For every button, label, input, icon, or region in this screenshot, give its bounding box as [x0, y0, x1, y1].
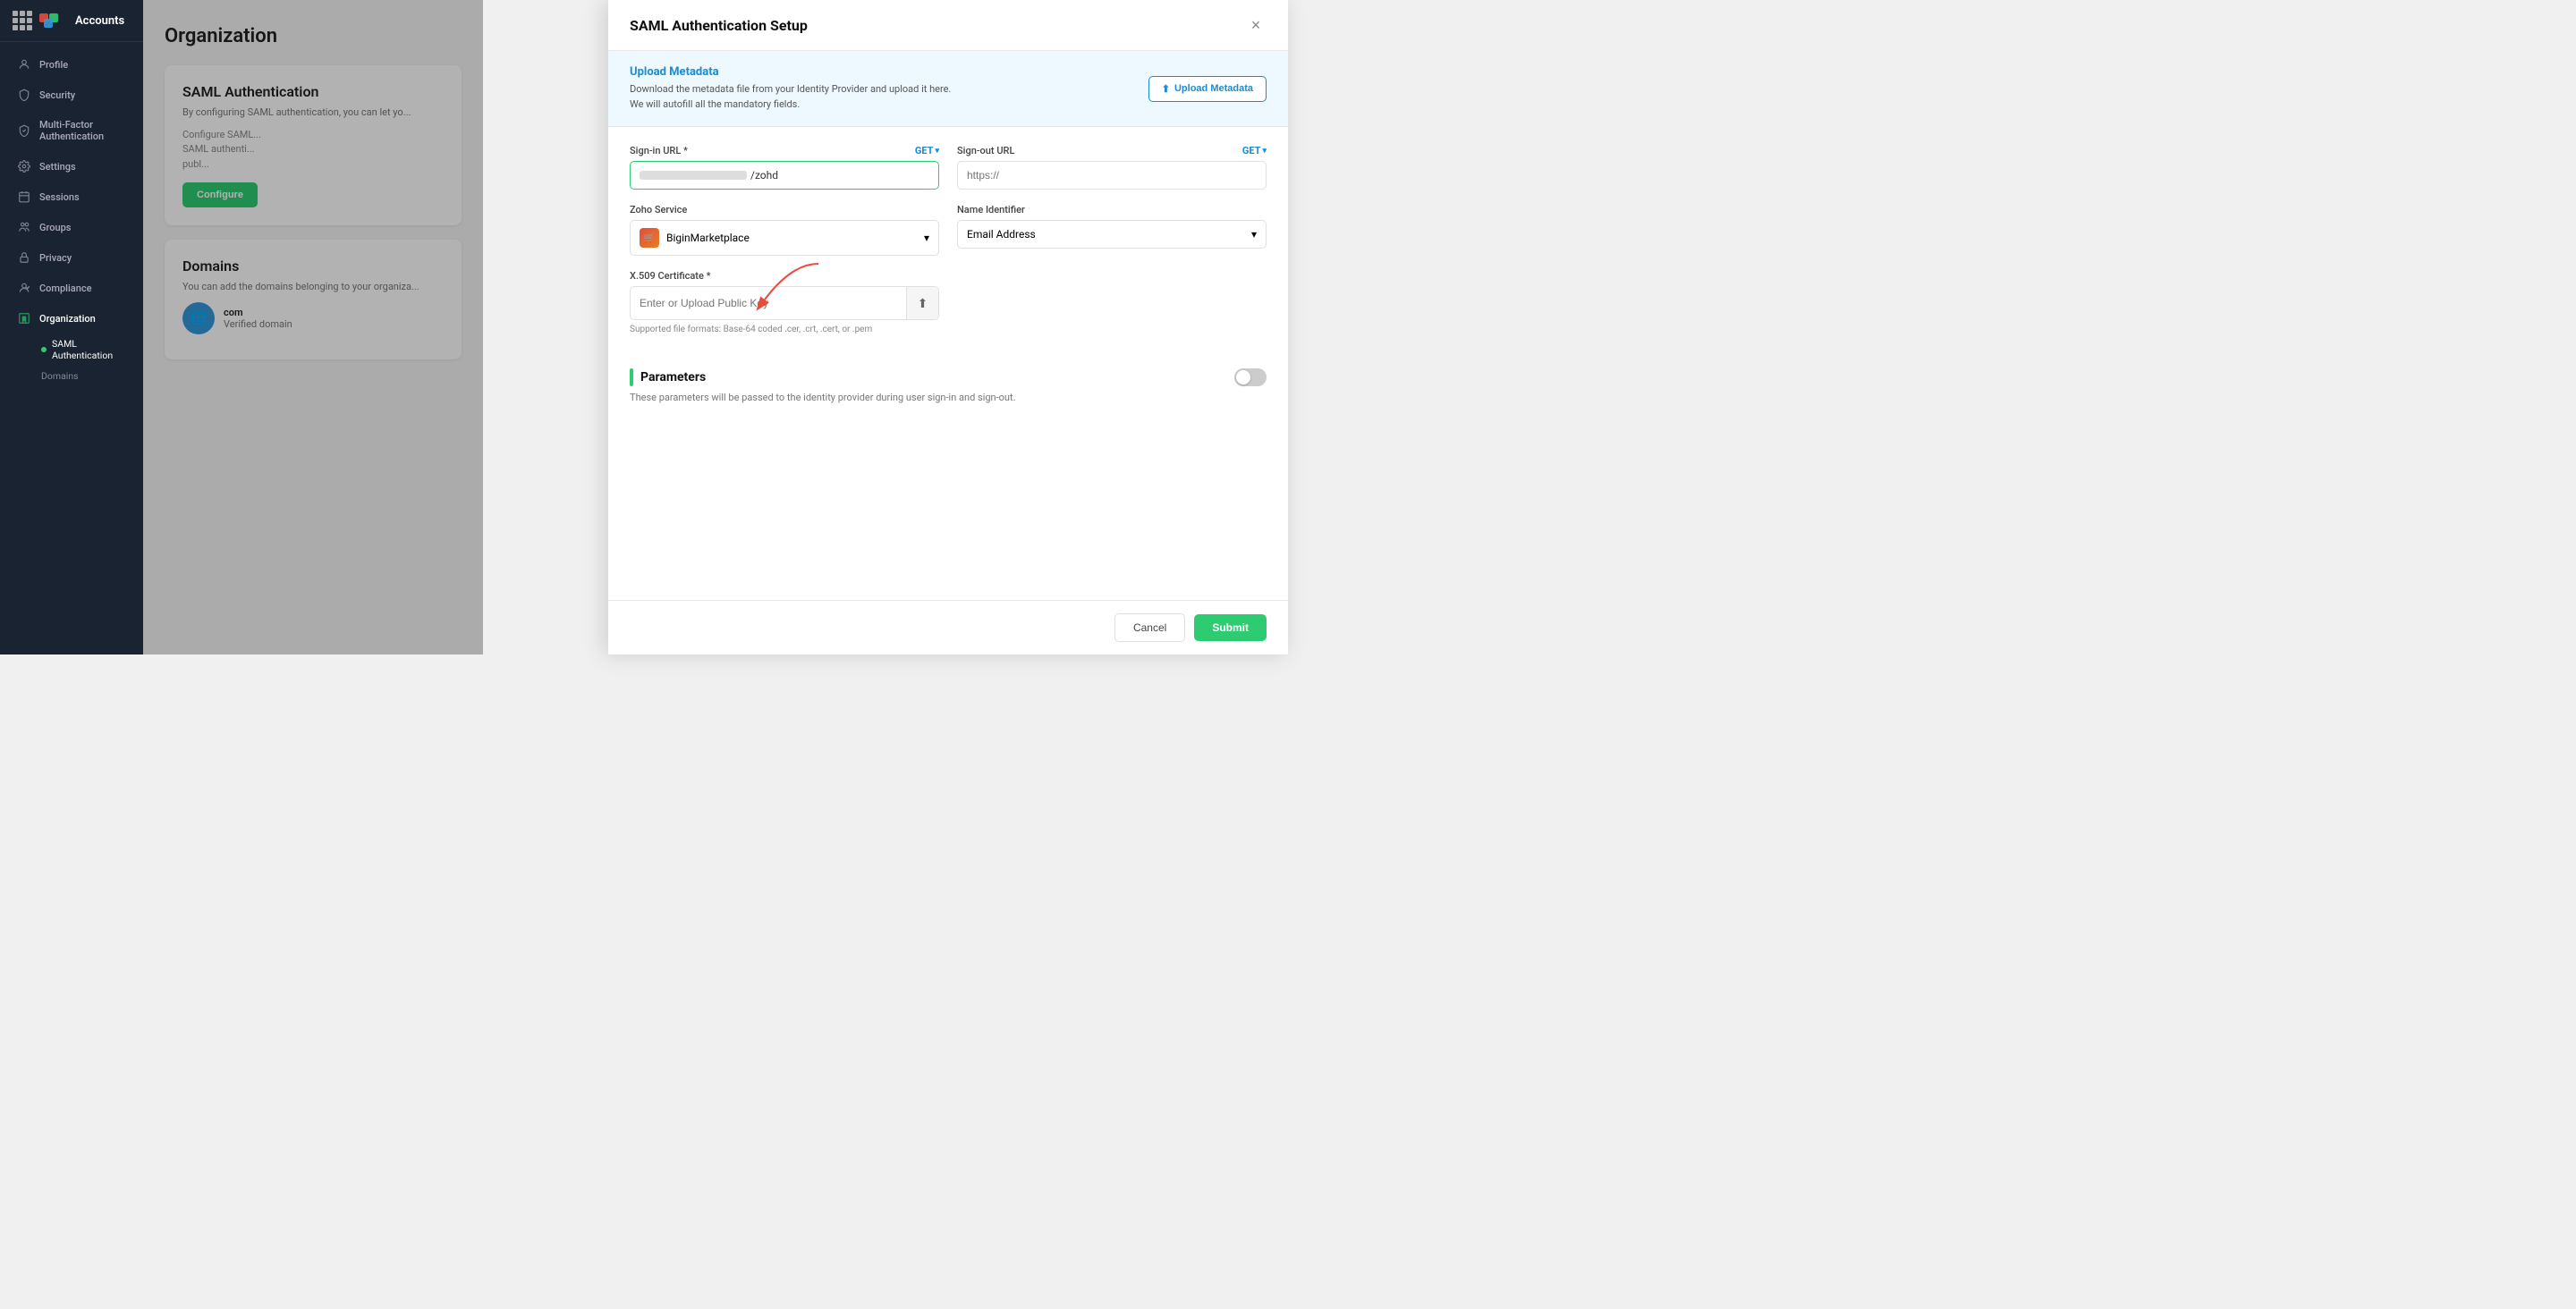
cert-input-container: ⬆ — [630, 286, 939, 320]
zoho-service-label: Zoho Service — [630, 204, 939, 215]
url-blurred-part — [640, 171, 747, 180]
lock-icon — [18, 251, 30, 264]
chevron-down-icon-2: ▾ — [1262, 147, 1267, 156]
sidebar-label-profile: Profile — [39, 59, 68, 71]
sidebar-label-sessions: Sessions — [39, 191, 80, 203]
active-dot — [41, 347, 47, 352]
close-button[interactable]: × — [1245, 14, 1267, 36]
saml-label: SAML Authentication — [52, 338, 136, 361]
logo-icon — [39, 12, 68, 30]
upload-icon: ⬆ — [1162, 83, 1170, 95]
parameters-section: Parameters These parameters will be pass… — [608, 368, 1288, 421]
upload-arrow-icon: ⬆ — [918, 296, 928, 311]
app-title: Accounts — [75, 14, 124, 28]
person-icon — [18, 58, 30, 71]
people-icon — [18, 221, 30, 233]
sidebar-item-mfa[interactable]: Multi-Factor Authentication — [5, 111, 138, 150]
params-bar — [630, 368, 633, 386]
sidebar-item-security[interactable]: Security — [5, 80, 138, 109]
sidebar-label-privacy: Privacy — [39, 252, 72, 264]
signin-url-label: Sign-in URL * GET ▾ — [630, 145, 939, 156]
sidebar-sub-item-saml[interactable]: SAML Authentication — [34, 334, 143, 366]
sidebar-item-groups[interactable]: Groups — [5, 213, 138, 241]
get-method-badge-signout[interactable]: GET ▾ — [1242, 145, 1267, 156]
cert-label: X.509 Certificate * — [630, 270, 939, 282]
upload-metadata-title: Upload Metadata — [630, 65, 951, 79]
sidebar-label-organization: Organization — [39, 313, 96, 325]
signin-url-group: Sign-in URL * GET ▾ /zohd — [630, 145, 939, 190]
upload-metadata-desc: Download the metadata file from your Ide… — [630, 82, 951, 112]
name-id-label: Name Identifier — [957, 204, 1267, 215]
modal-footer: Cancel Submit — [608, 600, 1288, 654]
upload-metadata-banner: Upload Metadata Download the metadata fi… — [608, 51, 1288, 127]
sidebar-header: Accounts — [0, 0, 143, 42]
main-overlay — [143, 0, 483, 654]
sidebar-nav: Profile Security Multi-Factor Authentica… — [0, 42, 143, 654]
service-value: BiginMarketplace — [666, 232, 750, 244]
zoho-service-select[interactable]: 🛒 BiginMarketplace ▾ — [630, 220, 939, 256]
name-id-value: Email Address — [967, 228, 1036, 241]
signout-url-label: Sign-out URL GET ▾ — [957, 145, 1267, 156]
bigin-icon: 🛒 — [640, 228, 659, 248]
sidebar-label-security: Security — [39, 89, 75, 101]
submit-button[interactable]: Submit — [1194, 614, 1267, 641]
zoho-service-group: Zoho Service 🛒 BiginMarketplace ▾ — [630, 204, 939, 256]
cert-hint: Supported file formats: Base-64 coded .c… — [630, 324, 939, 336]
sidebar: Accounts Profile Security Multi-Factor A… — [0, 0, 143, 654]
sidebar-label-compliance: Compliance — [39, 283, 91, 294]
params-header: Parameters — [630, 368, 1267, 386]
domains-label: Domains — [41, 370, 79, 382]
sidebar-item-profile[interactable]: Profile — [5, 50, 138, 79]
modal-title: SAML Authentication Setup — [630, 17, 808, 34]
sidebar-label-settings: Settings — [39, 161, 76, 173]
form-section: Sign-in URL * GET ▾ /zohd — [608, 127, 1288, 368]
compliance-icon — [18, 282, 30, 294]
name-id-group: Name Identifier Email Address ▾ — [957, 204, 1267, 256]
modal-body: Upload Metadata Download the metadata fi… — [608, 51, 1288, 600]
url-suffix: /zohd — [750, 169, 778, 182]
shield-check-icon — [18, 124, 30, 137]
cert-upload-button[interactable]: ⬆ — [906, 287, 938, 319]
params-toggle[interactable] — [1234, 368, 1267, 386]
calendar-icon — [18, 190, 30, 203]
sidebar-label-groups: Groups — [39, 222, 71, 233]
url-row: Sign-in URL * GET ▾ /zohd — [630, 145, 1267, 190]
saml-modal: SAML Authentication Setup × Upload Metad… — [608, 0, 1288, 654]
sidebar-sub-nav: SAML Authentication Domains — [0, 334, 143, 386]
cert-row: X.509 Certificate * ⬆ Supported file for… — [630, 270, 1267, 336]
sidebar-sub-item-domains[interactable]: Domains — [34, 366, 143, 386]
building-icon — [18, 312, 30, 325]
sidebar-label-mfa: Multi-Factor Authentication — [39, 119, 125, 142]
sidebar-item-settings[interactable]: Settings — [5, 152, 138, 181]
signout-url-input[interactable] — [957, 161, 1267, 190]
gear-icon — [18, 160, 30, 173]
signout-url-group: Sign-out URL GET ▾ — [957, 145, 1267, 190]
cert-input[interactable] — [631, 290, 906, 317]
cert-group: X.509 Certificate * ⬆ Supported file for… — [630, 270, 939, 336]
sidebar-item-compliance[interactable]: Compliance — [5, 274, 138, 302]
shield-icon — [18, 89, 30, 101]
service-row: Zoho Service 🛒 BiginMarketplace ▾ Name I… — [630, 204, 1267, 256]
signin-url-container: /zohd — [630, 161, 939, 190]
get-method-badge[interactable]: GET ▾ — [915, 145, 939, 156]
name-id-select[interactable]: Email Address ▾ — [957, 220, 1267, 249]
signin-url-input[interactable]: /zohd — [630, 161, 939, 190]
chevron-down-icon: ▾ — [935, 147, 939, 156]
params-desc: These parameters will be passed to the i… — [630, 392, 1267, 403]
upload-banner-left: Upload Metadata Download the metadata fi… — [630, 65, 951, 112]
sidebar-item-sessions[interactable]: Sessions — [5, 182, 138, 211]
sidebar-item-organization[interactable]: Organization — [5, 304, 138, 333]
cancel-button[interactable]: Cancel — [1114, 613, 1185, 642]
chevron-down-icon-4: ▾ — [1251, 228, 1257, 241]
sidebar-item-privacy[interactable]: Privacy — [5, 243, 138, 272]
grid-icon[interactable] — [13, 11, 32, 30]
main-content: Organization SAML Authentication By conf… — [143, 0, 483, 654]
upload-metadata-button[interactable]: ⬆ Upload Metadata — [1148, 76, 1267, 102]
chevron-down-icon-3: ▾ — [924, 232, 929, 244]
modal-header: SAML Authentication Setup × — [608, 0, 1288, 51]
params-title: Parameters — [640, 370, 706, 384]
